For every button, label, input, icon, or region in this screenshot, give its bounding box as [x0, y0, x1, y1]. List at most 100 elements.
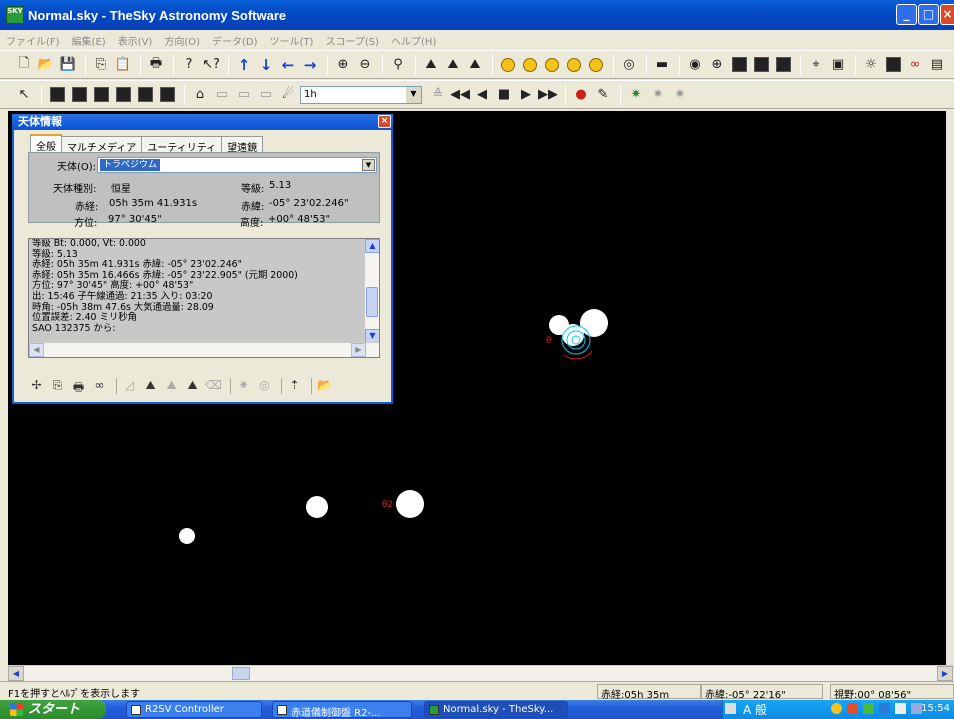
star[interactable]: [306, 496, 328, 518]
center-object-icon[interactable]: ✢: [28, 378, 45, 395]
scroll-right-icon[interactable]: ▶: [937, 666, 953, 681]
copy-icon[interactable]: ⎘: [49, 378, 66, 395]
report-scroll-thumb[interactable]: [366, 287, 378, 317]
link-icon[interactable]: ∞: [91, 378, 108, 395]
ccd-icon[interactable]: ▣: [828, 55, 848, 75]
milky-way-icon[interactable]: [157, 85, 177, 105]
record-icon[interactable]: ●: [571, 85, 591, 105]
mountain-icon[interactable]: ⛰: [142, 378, 159, 395]
galaxy-icon[interactable]: ◎: [619, 55, 639, 75]
chevron-down-icon[interactable]: ▼: [362, 159, 375, 171]
help-icon[interactable]: ?: [179, 55, 199, 75]
pointer-icon[interactable]: ↖: [14, 85, 34, 105]
rewind-icon[interactable]: ◀◀: [450, 85, 470, 105]
satellite-info-icon[interactable]: ✷: [670, 85, 690, 105]
telescope-icon[interactable]: ⌖: [806, 55, 826, 75]
report-vertical-scrollbar[interactable]: ▲ ▼: [364, 239, 379, 343]
zoom-out-icon[interactable]: ⊖: [355, 55, 375, 75]
sky-horizontal-scrollbar[interactable]: ◀ ▶: [8, 665, 954, 681]
frame-icon[interactable]: [773, 55, 793, 75]
zoom-in-icon[interactable]: ⊕: [333, 55, 353, 75]
arrow-down-icon[interactable]: ↓: [256, 55, 276, 75]
tab-general[interactable]: 全般: [30, 134, 62, 153]
paste-icon[interactable]: 📋: [113, 55, 133, 75]
keyboard-icon[interactable]: [725, 703, 736, 714]
tray-app-icon[interactable]: [895, 703, 906, 714]
satellite-icon[interactable]: ✷: [626, 85, 646, 105]
planet-venus-icon[interactable]: [520, 55, 540, 75]
panel-close-icon[interactable]: ×: [378, 115, 391, 128]
sky-image-icon[interactable]: [113, 85, 133, 105]
upload-icon[interactable]: ⇡: [286, 378, 303, 395]
globe-icon[interactable]: ◉: [685, 55, 705, 75]
chart-mode-icon[interactable]: [47, 85, 67, 105]
scroll-down-icon[interactable]: ▼: [365, 329, 379, 343]
tray-app-icon[interactable]: [831, 703, 842, 714]
target-icon[interactable]: ◎: [256, 378, 273, 395]
scroll-left-icon[interactable]: ◀: [8, 666, 24, 681]
tab-utility[interactable]: ユーティリティ: [141, 136, 223, 154]
track-icon[interactable]: ⛰: [184, 378, 201, 395]
start-button[interactable]: スタート: [0, 700, 106, 719]
path-icon[interactable]: ⛰: [163, 378, 180, 395]
save-icon[interactable]: 💾: [58, 55, 78, 75]
folder-icon[interactable]: 📂: [316, 378, 333, 395]
print-icon[interactable]: 🖶: [70, 378, 87, 395]
maximize-button[interactable]: □: [918, 4, 939, 25]
thesky-app-icon[interactable]: SKY: [6, 6, 24, 24]
planet-mercury-icon[interactable]: [498, 55, 518, 75]
window-icon[interactable]: ▭: [212, 85, 232, 105]
device-icon[interactable]: ▤: [927, 55, 947, 75]
stop-icon[interactable]: ■: [494, 85, 514, 105]
comet-icon[interactable]: ☄: [278, 85, 298, 105]
arrow-right-icon[interactable]: →: [300, 55, 320, 75]
pencil-icon[interactable]: ✎: [593, 85, 613, 105]
close-button[interactable]: ×: [940, 4, 954, 25]
tab-telescope[interactable]: 望遠鏡: [221, 136, 264, 154]
menu-view[interactable]: 表示(V): [118, 33, 153, 48]
time-now-icon[interactable]: ≙: [428, 85, 448, 105]
tray-app-icon[interactable]: [879, 703, 890, 714]
binoculars-icon[interactable]: ∞: [905, 55, 925, 75]
task-mount-control[interactable]: 赤道儀制御盤 R2-...: [272, 701, 412, 718]
horizon-line-icon[interactable]: ▬: [652, 55, 672, 75]
star[interactable]: [396, 490, 424, 518]
minimize-button[interactable]: _: [896, 4, 917, 25]
arrow-up-icon[interactable]: ↑: [234, 55, 254, 75]
scroll-left-icon[interactable]: ◀: [29, 343, 44, 357]
star[interactable]: [580, 309, 608, 337]
photo-icon[interactable]: [751, 55, 771, 75]
menu-data[interactable]: データ(D): [212, 33, 258, 48]
menu-help[interactable]: ヘルプ(H): [391, 33, 436, 48]
ime-indicator[interactable]: A 般: [743, 701, 767, 718]
scroll-right-icon[interactable]: ▶: [351, 343, 366, 357]
house-icon[interactable]: ⌂: [190, 85, 210, 105]
task-r2sv-controller[interactable]: R2SV Controller: [126, 701, 262, 718]
deep-sky-icon[interactable]: [135, 85, 155, 105]
context-help-icon[interactable]: ↖?: [201, 55, 221, 75]
copy-icon[interactable]: ⎘: [91, 55, 111, 75]
find-icon[interactable]: ⚲: [388, 55, 408, 75]
landscape-icon[interactable]: [91, 85, 111, 105]
chevron-down-icon[interactable]: ▼: [406, 86, 421, 103]
clock[interactable]: 15:54: [921, 703, 950, 714]
menu-scope[interactable]: スコープ(S): [325, 33, 379, 48]
task-thesky[interactable]: Normal.sky - TheSky...: [424, 701, 568, 718]
planet-jupiter-icon[interactable]: [564, 55, 584, 75]
eraser-icon[interactable]: ⌫: [205, 378, 222, 395]
title-bar[interactable]: SKY Normal.sky - TheSky Astronomy Softwa…: [0, 0, 954, 30]
panel-title-bar[interactable]: 天体情報 ×: [12, 114, 393, 130]
tile-icon[interactable]: ▭: [256, 85, 276, 105]
horizon-south-icon[interactable]: ⛰: [443, 55, 463, 75]
menu-edit[interactable]: 編集(E): [72, 33, 106, 48]
time-step-select[interactable]: 1h ▼: [300, 85, 422, 104]
satellite-track-icon[interactable]: ✷: [648, 85, 668, 105]
report-horizontal-scrollbar[interactable]: ◀ ▶: [29, 342, 379, 357]
menu-file[interactable]: ファイル(F): [6, 33, 60, 48]
new-file-icon[interactable]: 🗋: [14, 55, 34, 75]
step-forward-icon[interactable]: ▶: [516, 85, 536, 105]
object-select[interactable]: トラペジウム ▼: [97, 157, 377, 173]
grid-globe-icon[interactable]: ⊕: [707, 55, 727, 75]
menu-orientation[interactable]: 方向(O): [164, 33, 200, 48]
planet-saturn-icon[interactable]: [586, 55, 606, 75]
